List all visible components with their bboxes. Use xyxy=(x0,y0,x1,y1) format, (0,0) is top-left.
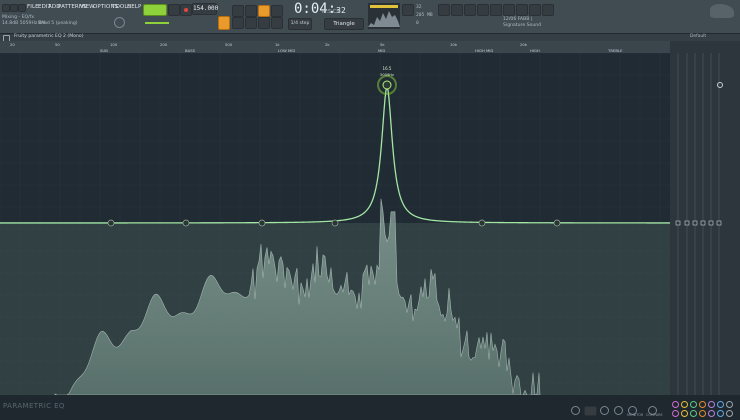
band-param-knob[interactable] xyxy=(726,410,733,417)
mem-value: 205 MB xyxy=(416,13,433,18)
plugin-window-header[interactable] xyxy=(0,34,740,41)
browser-icon[interactable] xyxy=(477,4,489,16)
undo-icon[interactable] xyxy=(529,4,541,16)
menu-file[interactable]: FILE xyxy=(27,4,39,10)
band-slider-handle[interactable] xyxy=(675,220,681,226)
pat-song-toggle[interactable] xyxy=(143,4,167,16)
freq-tick-label: 1k xyxy=(275,42,280,47)
wait-input-icon[interactable] xyxy=(232,17,244,29)
preset-name[interactable]: Default xyxy=(690,34,706,39)
plugin-brand-logo: PARAMETRIC EQ xyxy=(3,402,65,410)
band-5-handle[interactable] xyxy=(382,80,392,90)
freq-tick-label: 200 xyxy=(160,42,168,47)
band-param-knob[interactable] xyxy=(672,410,679,417)
fft-knob[interactable] xyxy=(571,406,580,415)
freq-tick-label: 20k xyxy=(520,42,528,47)
freq-tick-label: 2k xyxy=(325,42,330,47)
freq-tick-label: 100 xyxy=(110,42,118,47)
magnet-icon[interactable] xyxy=(271,17,283,29)
band-4-handle[interactable] xyxy=(331,219,339,227)
compare-label: COMPARE xyxy=(646,413,663,417)
close-icon[interactable] xyxy=(18,4,26,12)
lin-log-button[interactable] xyxy=(584,406,597,416)
band-7-handle[interactable] xyxy=(553,219,561,227)
piano-roll-icon[interactable] xyxy=(451,4,463,16)
freq-tick-label: 500 xyxy=(225,42,233,47)
band-param-knob[interactable] xyxy=(681,401,688,408)
eq-graph[interactable]: 16.5 5059Hz xyxy=(0,53,670,395)
minimize-icon[interactable] xyxy=(10,4,18,12)
record-icon xyxy=(184,8,188,12)
band-param-knob[interactable] xyxy=(699,410,706,417)
master-pitch-slider[interactable] xyxy=(145,22,169,24)
compare-a-button[interactable] xyxy=(614,406,623,415)
band-slider-handle[interactable] xyxy=(708,220,714,226)
band-param-knob[interactable] xyxy=(708,401,715,408)
cpu-value: 32 xyxy=(416,5,422,10)
news-line1: 12/06 FABB | xyxy=(503,17,533,22)
band-param-knob[interactable] xyxy=(699,401,706,408)
snap-step-select[interactable]: 1/4 step xyxy=(288,18,312,30)
playlist-icon[interactable] xyxy=(438,4,450,16)
menu-help[interactable]: HELP xyxy=(127,4,141,10)
band-param-knob[interactable] xyxy=(690,410,697,417)
save-icon[interactable] xyxy=(503,4,515,16)
time-format-label: M:S:CS xyxy=(322,9,340,15)
freq-tick-label: 20 xyxy=(10,42,15,47)
band-slider-handle[interactable] xyxy=(716,220,722,226)
freq-tick-label: 5k xyxy=(380,42,385,47)
eq-response-curve xyxy=(0,84,670,224)
chat-icon[interactable] xyxy=(542,4,554,16)
band-param-knob[interactable] xyxy=(672,401,679,408)
mixer-icon[interactable] xyxy=(402,4,414,16)
band-6-handle[interactable] xyxy=(478,219,486,227)
band-1-handle[interactable] xyxy=(107,219,115,227)
plugin-picker-icon[interactable] xyxy=(490,4,502,16)
master-volume-knob[interactable] xyxy=(114,17,125,28)
countdown-icon[interactable] xyxy=(245,17,257,29)
band-2-handle[interactable] xyxy=(182,219,190,227)
step-edit-icon[interactable] xyxy=(245,5,257,17)
band-slider-handle[interactable] xyxy=(692,220,698,226)
typing-keyboard-icon[interactable] xyxy=(232,5,244,17)
voices-value: 0 xyxy=(416,21,419,26)
snap-icon[interactable] xyxy=(258,17,270,29)
record-button[interactable] xyxy=(180,4,192,16)
channel-rack-icon[interactable] xyxy=(464,4,476,16)
peak-gain-label: 16.5 xyxy=(383,66,392,71)
freq-tick-label: 10k xyxy=(450,42,458,47)
render-icon[interactable] xyxy=(516,4,528,16)
band-slider-handle[interactable] xyxy=(684,220,690,226)
hint-line1: Mixing - EQ/fx xyxy=(2,15,35,20)
band-param-knob[interactable] xyxy=(690,401,697,408)
band-param-knob[interactable] xyxy=(708,410,715,417)
band-handle-top[interactable] xyxy=(717,82,723,88)
menu-icon[interactable] xyxy=(2,4,10,12)
monitor-label: MONITOR xyxy=(627,413,644,417)
loop-record-icon[interactable] xyxy=(271,5,283,17)
band-param-knob[interactable] xyxy=(681,410,688,417)
peak-freq-label: 5059Hz xyxy=(380,73,394,77)
hint-line3: Band 5 (peaking) xyxy=(38,21,78,26)
band-sliders[interactable] xyxy=(670,53,740,395)
news-line2: Signature Sound xyxy=(503,23,542,28)
band-slider-handle[interactable] xyxy=(700,220,706,226)
band-param-knob[interactable] xyxy=(717,401,724,408)
band-3-handle[interactable] xyxy=(258,219,266,227)
output-level-meter xyxy=(370,5,398,8)
play-button[interactable] xyxy=(168,4,180,16)
fruit-logo-icon xyxy=(710,4,734,18)
tempo-display[interactable]: 154.000 xyxy=(192,3,218,15)
band-param-knob[interactable] xyxy=(726,401,733,408)
freq-tick-label: 50 xyxy=(55,42,60,47)
main-toolbar: FILE EDIT ADD PATTERNS VIEW OPTIONS TOOL… xyxy=(0,0,740,34)
spectrum-knob[interactable] xyxy=(600,406,609,415)
blend-notes-icon[interactable] xyxy=(258,5,270,17)
metronome-button[interactable] xyxy=(218,16,230,30)
band-param-knob[interactable] xyxy=(717,410,724,417)
pattern-selector[interactable]: Triangle xyxy=(324,18,364,30)
plugin-title: Fruity parametric EQ 2 (Mono) xyxy=(14,34,84,39)
